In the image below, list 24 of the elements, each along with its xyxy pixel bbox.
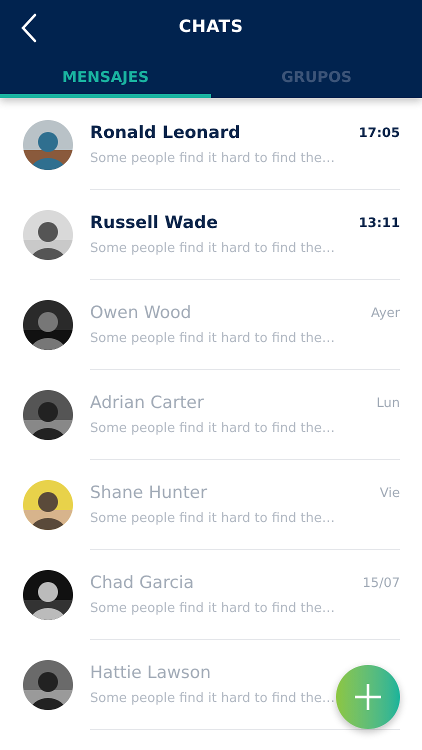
message-preview: Some people find it hard to find the… [90,420,335,438]
message-time: Vie [380,485,400,503]
message-preview: Some people find it hard to find the… [90,330,335,348]
message-preview: Some people find it hard to find the… [90,150,335,168]
screen-title: CHATS [178,16,244,40]
message-time: Lun [376,395,400,413]
contact-name: Owen Wood [90,302,192,325]
message-preview: Some people find it hard to find the… [90,600,335,618]
message-time: 13:11 [358,215,400,233]
contact-name: Russell Wade [90,212,218,235]
message-preview: Some people find it hard to find the… [90,510,335,528]
contact-name: Chad Garcia [90,572,194,595]
plus-icon [355,684,381,710]
message-preview: Some people find it hard to find the… [90,240,335,258]
contact-name: Adrian Carter [90,392,204,415]
contact-name: Hattie Lawson [90,662,211,685]
message-time: 15/07 [362,575,400,593]
add-button[interactable] [336,665,400,729]
tab[interactable]: MENSAJES [0,56,211,98]
contact-name: Ronald Leonard [90,122,240,145]
contact-name: Shane Hunter [90,482,208,505]
message-time: Ayer [370,305,400,323]
message-preview: Some people find it hard to find the… [90,690,335,708]
message-time: 17:05 [358,125,400,143]
